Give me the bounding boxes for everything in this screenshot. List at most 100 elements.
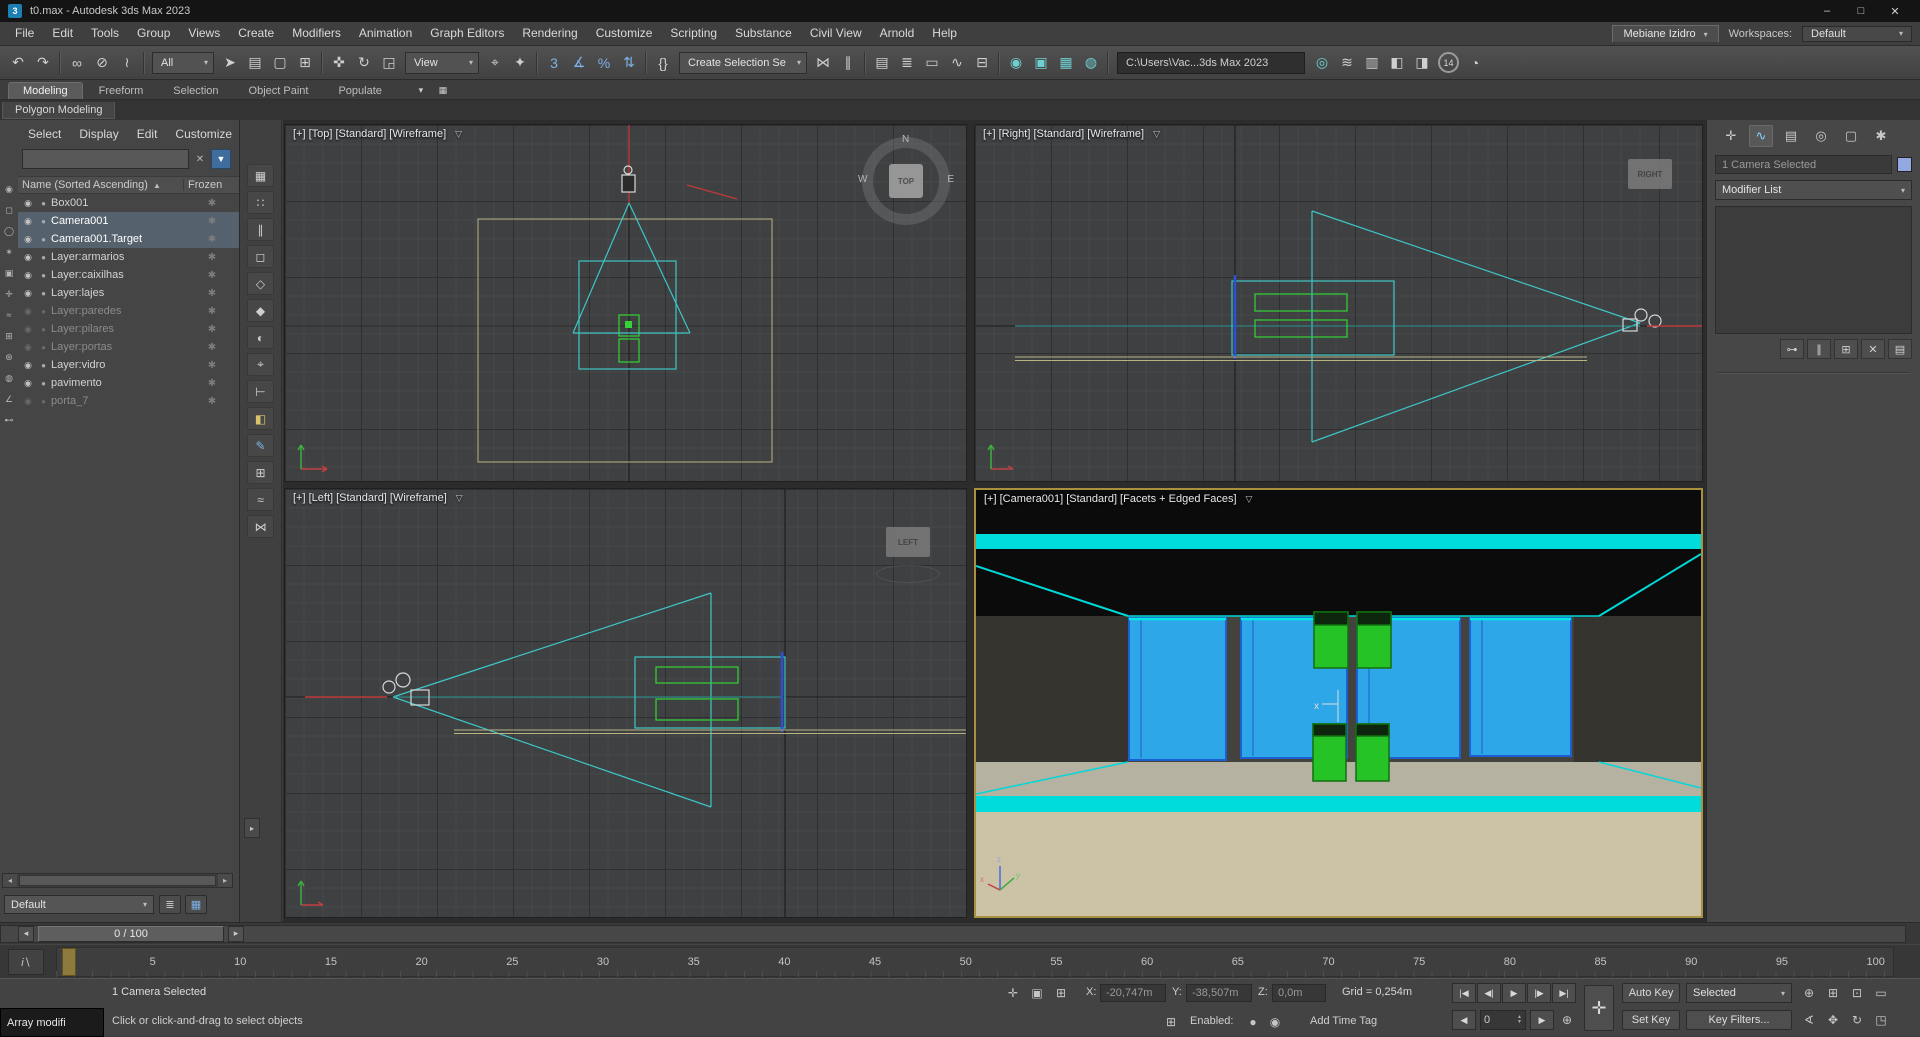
snaps-toggle-icon[interactable]: 3: [542, 51, 566, 75]
vertex-mode-icon[interactable]: ∷: [247, 191, 274, 214]
compass-east-label[interactable]: E: [947, 174, 954, 185]
selection-set-dropdown[interactable]: Selected▾: [1686, 983, 1792, 1003]
list-item[interactable]: ◉ ● pavimento ✱: [18, 374, 239, 392]
viewport-camera-canvas[interactable]: x z y x: [976, 490, 1701, 916]
divider[interactable]: [59, 52, 61, 74]
polygon-mode-icon[interactable]: ◇: [247, 272, 274, 295]
menu-substance[interactable]: Substance: [726, 22, 801, 45]
per-view-filter-icon[interactable]: ▽: [1246, 494, 1253, 505]
toggle-scene-explorer-icon[interactable]: ▤: [870, 51, 894, 75]
reference-coordinate-dropdown[interactable]: View▾: [405, 52, 479, 74]
field-of-view-icon[interactable]: ∢: [1798, 1010, 1820, 1030]
auto-key-button[interactable]: Auto Key: [1622, 983, 1680, 1003]
divider[interactable]: [998, 52, 1000, 74]
divider[interactable]: [1107, 52, 1109, 74]
visibility-eye-icon[interactable]: ◉: [20, 198, 36, 209]
display-bones-icon[interactable]: ∠: [2, 392, 16, 406]
workspace-tab[interactable]: Mebiane Izidro ▾: [1612, 25, 1718, 42]
pivot-icon[interactable]: ⌖: [247, 353, 274, 376]
display-lights-icon[interactable]: ✶: [2, 245, 16, 259]
viewport-right-label[interactable]: [+] [Right] [Standard] [Wireframe] ▽: [983, 128, 1160, 140]
select-by-name-icon[interactable]: ▤: [243, 51, 267, 75]
curve-editor-icon[interactable]: ∿: [945, 51, 969, 75]
next-frame-arrow[interactable]: ▸: [228, 926, 244, 942]
list-item[interactable]: ◉ ● Camera001.Target ✱: [18, 230, 239, 248]
menu-views[interactable]: Views: [179, 22, 229, 45]
selection-lock-icon[interactable]: ▣: [1026, 983, 1048, 1003]
keyboard-override-icon[interactable]: ⊞: [1160, 1012, 1182, 1032]
explorer-menu-customize[interactable]: Customize: [167, 125, 240, 143]
selection-filter-dropdown[interactable]: All▾: [152, 52, 214, 74]
edit-named-selections-icon[interactable]: {}: [651, 51, 675, 75]
show-end-result-icon[interactable]: ∥: [1807, 339, 1831, 359]
display-spacewarps-icon[interactable]: ≈: [2, 308, 16, 322]
toggle-layer-explorer-icon[interactable]: ≣: [895, 51, 919, 75]
project-path-field[interactable]: C:\Users\Vac...3ds Max 2023: [1117, 52, 1305, 74]
visibility-eye-icon[interactable]: ◉: [20, 342, 36, 353]
visibility-eye-icon[interactable]: ◉: [20, 252, 36, 263]
previous-frame-button[interactable]: ◀: [1452, 1010, 1476, 1030]
viewport-label-text[interactable]: [+] [Top] [Standard] [Wireframe]: [293, 128, 446, 140]
notification-badge[interactable]: 14: [1438, 52, 1459, 73]
constraints-icon[interactable]: ⊢: [247, 380, 274, 403]
minimize-button[interactable]: –: [1810, 1, 1844, 21]
transform-gizmo-icon[interactable]: ✛: [1002, 983, 1024, 1003]
object-color-swatch[interactable]: [1897, 157, 1912, 172]
frozen-icon[interactable]: ✱: [185, 360, 239, 371]
list-item[interactable]: ◉ ● Box001 ✱: [18, 194, 239, 212]
next-frame-button[interactable]: ▶: [1530, 1010, 1554, 1030]
symmetry-icon[interactable]: ⋈: [247, 515, 274, 538]
viewport-right-canvas[interactable]: [975, 125, 1703, 482]
border-mode-icon[interactable]: ◻: [247, 245, 274, 268]
add-time-tag[interactable]: Add Time Tag: [1310, 1015, 1377, 1027]
divider[interactable]: [536, 52, 538, 74]
zoom-extents-icon[interactable]: ⊡: [1846, 983, 1868, 1003]
menu-arnold[interactable]: Arnold: [871, 22, 924, 45]
tab-display[interactable]: ▢: [1839, 125, 1863, 147]
viewport-left-canvas[interactable]: [285, 489, 967, 918]
spinner-snap-icon[interactable]: ⇅: [617, 51, 641, 75]
render-production-icon[interactable]: ◍: [1079, 51, 1103, 75]
preview-toggle-icon[interactable]: ◐: [247, 326, 274, 349]
key-filters-button[interactable]: Key Filters...: [1686, 1010, 1792, 1030]
scrollbar-thumb[interactable]: [19, 875, 216, 886]
menu-file[interactable]: File: [6, 22, 43, 45]
material-editor-icon[interactable]: ◉: [1004, 51, 1028, 75]
list-item[interactable]: ◉ ● Layer:armarios ✱: [18, 248, 239, 266]
preset-dropdown[interactable]: Default ▾: [4, 895, 154, 914]
modifier-stack[interactable]: [1715, 206, 1912, 334]
visibility-eye-icon[interactable]: ◉: [20, 306, 36, 317]
frozen-icon[interactable]: ✱: [185, 378, 239, 389]
visibility-eye-icon[interactable]: ◉: [20, 288, 36, 299]
divider[interactable]: [143, 52, 145, 74]
select-and-link-icon[interactable]: ∞: [65, 51, 89, 75]
menu-civil-view[interactable]: Civil View: [801, 22, 871, 45]
paint-deform-icon[interactable]: ✎: [247, 434, 274, 457]
tab-modify[interactable]: ∿: [1749, 125, 1773, 147]
select-and-rotate-icon[interactable]: ↻: [352, 51, 376, 75]
list-item[interactable]: ◉ ● Camera001 ✱: [18, 212, 239, 230]
polygon-modeling-panel[interactable]: Polygon Modeling: [2, 102, 115, 119]
divider[interactable]: [645, 52, 647, 74]
go-to-end-button[interactable]: ▶|: [1552, 983, 1576, 1003]
explorer-horizontal-scrollbar[interactable]: ◂ ▸: [2, 873, 233, 888]
per-view-filter-icon[interactable]: ▽: [455, 129, 462, 140]
list-item[interactable]: ◉ ● Layer:paredes ✱: [18, 302, 239, 320]
frozen-icon[interactable]: ✱: [185, 396, 239, 407]
menu-create[interactable]: Create: [229, 22, 283, 45]
menu-tools[interactable]: Tools: [82, 22, 128, 45]
spinner-icon[interactable]: ▲▼: [1517, 1015, 1522, 1025]
column-frozen-header[interactable]: Frozen: [183, 179, 239, 191]
go-to-start-button[interactable]: |◀: [1452, 983, 1476, 1003]
configure-modifier-sets-icon[interactable]: ▤: [1888, 339, 1912, 359]
frozen-icon[interactable]: ✱: [185, 270, 239, 281]
mini-curve-editor-button[interactable]: i∖: [8, 949, 44, 975]
per-view-filter-icon[interactable]: ▽: [456, 493, 463, 504]
menu-edit[interactable]: Edit: [43, 22, 82, 45]
redo-icon[interactable]: ↷: [31, 51, 55, 75]
viewport-label-text[interactable]: [+] [Camera001] [Standard] [Facets + Edg…: [984, 493, 1237, 505]
create-key-button[interactable]: ✛: [1584, 985, 1614, 1031]
tab-selection[interactable]: Selection: [159, 83, 232, 99]
select-and-manipulate-icon[interactable]: ✦: [508, 51, 532, 75]
percent-snap-icon[interactable]: %: [592, 51, 616, 75]
